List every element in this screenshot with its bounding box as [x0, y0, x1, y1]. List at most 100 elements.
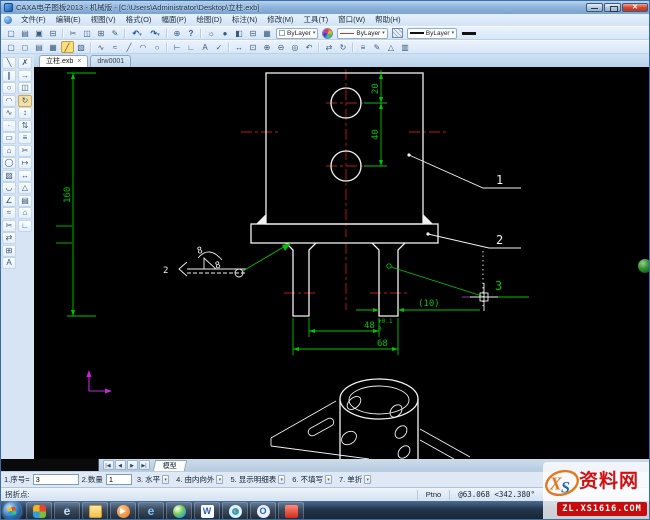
dimension-icon[interactable]: ⊢ — [171, 41, 184, 53]
separator[interactable] — [166, 41, 168, 53]
circle-tool-icon[interactable]: ○ — [2, 82, 16, 94]
menu-window[interactable]: 窗口(W) — [333, 14, 370, 26]
offset-tool-icon[interactable]: ≡ — [18, 132, 32, 144]
ole-link-icon[interactable]: ⊕ — [171, 27, 184, 39]
separator[interactable] — [200, 27, 202, 39]
regen-icon[interactable]: △ — [385, 41, 398, 53]
menu-dimension[interactable]: 标注(N) — [227, 14, 262, 26]
paste-icon[interactable]: ⊞ — [95, 27, 108, 39]
extend-tool-icon[interactable]: ↦ — [18, 157, 32, 169]
taskbar-media-player-icon[interactable]: ▶ — [110, 502, 136, 519]
separator[interactable] — [124, 27, 126, 39]
linetype-combo[interactable]: ByLayer ▾ — [337, 27, 388, 39]
zoom-in-icon[interactable]: ⊕ — [261, 41, 274, 53]
color-wheel-icon[interactable] — [322, 27, 334, 39]
model-nav-last[interactable]: ▶| — [138, 460, 150, 470]
fold-dropdown[interactable]: 7. 单折 ▾ — [337, 474, 373, 486]
layer-lock-icon[interactable]: ◧ — [233, 27, 246, 39]
line-icon[interactable]: ╱ — [123, 41, 136, 53]
close-button[interactable] — [622, 3, 648, 12]
rectangle-tool-icon[interactable]: ▭ — [2, 132, 16, 144]
layer-manager-icon[interactable]: ▦ — [261, 27, 274, 39]
menu-view[interactable]: 视图(V) — [86, 14, 121, 26]
separator[interactable] — [62, 27, 64, 39]
quantity-input[interactable] — [105, 474, 132, 485]
hatch-pattern-icon[interactable] — [391, 28, 403, 38]
maximize-button[interactable] — [604, 3, 621, 12]
layer-combo[interactable]: ByLayer ▾ — [276, 27, 319, 39]
menu-format[interactable]: 格式(O) — [121, 14, 157, 26]
circle-icon[interactable]: ○ — [151, 41, 164, 53]
taskbar-360safe-icon[interactable] — [26, 502, 52, 519]
layer-color-icon[interactable]: ● — [219, 27, 232, 39]
mirror-tool-icon[interactable]: ⇄ — [2, 232, 16, 244]
measure-tool-icon[interactable]: ∟ — [18, 219, 32, 232]
fill-dropdown[interactable]: 6. 不填写 ▾ — [290, 474, 334, 486]
match-properties-icon[interactable]: ✎ — [371, 41, 384, 53]
copy-tool-icon[interactable]: ◫ — [18, 82, 32, 94]
tab-close-icon[interactable]: × — [77, 58, 81, 65]
paper-settings-icon[interactable]: ▢ — [5, 41, 18, 53]
format-painter-icon[interactable]: ✎ — [109, 27, 122, 39]
app-menu-icon[interactable] — [4, 16, 12, 24]
parallel-line-icon[interactable]: ∥ — [2, 69, 16, 82]
separator[interactable] — [228, 41, 230, 53]
check-icon[interactable]: ✓ — [213, 41, 226, 53]
point-tool-icon[interactable]: · — [2, 119, 16, 132]
move-tool-icon[interactable]: → — [18, 69, 32, 82]
minimize-button[interactable] — [586, 3, 603, 12]
hatch-tool-icon[interactable]: ▨ — [2, 169, 16, 182]
direction-dropdown[interactable]: 4. 由内向外 ▾ — [174, 474, 225, 486]
line-tool-icon[interactable]: ╲ — [2, 57, 16, 69]
taskbar-folder-icon[interactable] — [82, 502, 108, 519]
taskbar-potplayer-icon[interactable]: O — [250, 502, 276, 519]
balloon-number-icon[interactable]: ╱ — [60, 41, 74, 53]
title-block-icon[interactable]: ▤ — [33, 41, 46, 53]
menu-tools[interactable]: 工具(T) — [299, 14, 334, 26]
stretch-tool-icon[interactable]: ↔ — [18, 169, 32, 182]
arc-icon[interactable]: ◠ — [137, 41, 150, 53]
copy-icon[interactable]: ◫ — [81, 27, 94, 39]
text-tool-icon[interactable]: A — [2, 257, 16, 269]
cut-icon[interactable]: ✂ — [67, 27, 80, 39]
redo-icon[interactable]: ↷ — [147, 27, 164, 39]
taskbar-ie-light-icon[interactable]: e — [54, 502, 80, 519]
properties-tool-icon[interactable]: ▤ — [18, 194, 32, 207]
thick-line-icon[interactable] — [462, 31, 477, 35]
print-icon[interactable]: ⊟ — [47, 27, 60, 39]
array-tool-icon[interactable]: ⊞ — [2, 244, 16, 257]
taskbar-wps-icon[interactable] — [278, 502, 304, 519]
zoom-previous-icon[interactable]: ↶ — [303, 41, 316, 53]
ellipse-tool-icon[interactable]: ◯ — [2, 157, 16, 169]
serial-number-input[interactable] — [32, 474, 79, 485]
chamfer-tool-icon[interactable]: ∠ — [2, 194, 16, 207]
menu-draw[interactable]: 绘图(D) — [191, 14, 226, 26]
new-file-icon[interactable]: ▢ — [5, 27, 18, 39]
model-nav-next[interactable]: ▶ — [126, 460, 138, 470]
tab-drw0001[interactable]: drw0001 — [90, 55, 132, 67]
frame-icon[interactable]: ◻ — [19, 41, 32, 53]
start-button[interactable] — [3, 502, 21, 519]
fillet-tool-icon[interactable]: ◡ — [2, 182, 16, 194]
help-icon[interactable]: ? — [185, 27, 198, 39]
spline-tool-icon[interactable]: ∿ — [2, 107, 16, 119]
zoom-all-icon[interactable]: ◎ — [289, 41, 302, 53]
spline-icon[interactable]: ≈ — [109, 41, 122, 53]
tab-lizhu-exb[interactable]: 立柱.exb × — [39, 55, 89, 67]
bom-table-icon[interactable]: ▦ — [47, 41, 60, 53]
library-tool-icon[interactable]: ⌂ — [18, 207, 32, 219]
properties-icon[interactable]: ≡ — [357, 41, 370, 53]
taskbar-word-icon[interactable]: W — [194, 502, 220, 519]
zoom-window-icon[interactable]: ⊡ — [247, 41, 260, 53]
drawing-canvas[interactable]: 1 2 20 40 160 48 +0.1 0 68 (10) 2 8 8 3 — [34, 67, 649, 460]
separator[interactable] — [166, 27, 168, 39]
menu-edit[interactable]: 编辑(E) — [51, 14, 86, 26]
mirror2-tool-icon[interactable]: ⇅ — [18, 119, 32, 132]
separator[interactable] — [318, 41, 320, 53]
tab-model[interactable]: 模型 — [152, 459, 188, 471]
layer-state-icon[interactable]: ☼ — [205, 27, 218, 39]
bom-edit-icon[interactable]: ▧ — [75, 41, 88, 53]
undo-icon[interactable]: ↶ — [129, 27, 146, 39]
trim-tool-icon[interactable]: ✂ — [18, 144, 32, 157]
orientation-dropdown[interactable]: 3. 水平 ▾ — [135, 474, 171, 486]
